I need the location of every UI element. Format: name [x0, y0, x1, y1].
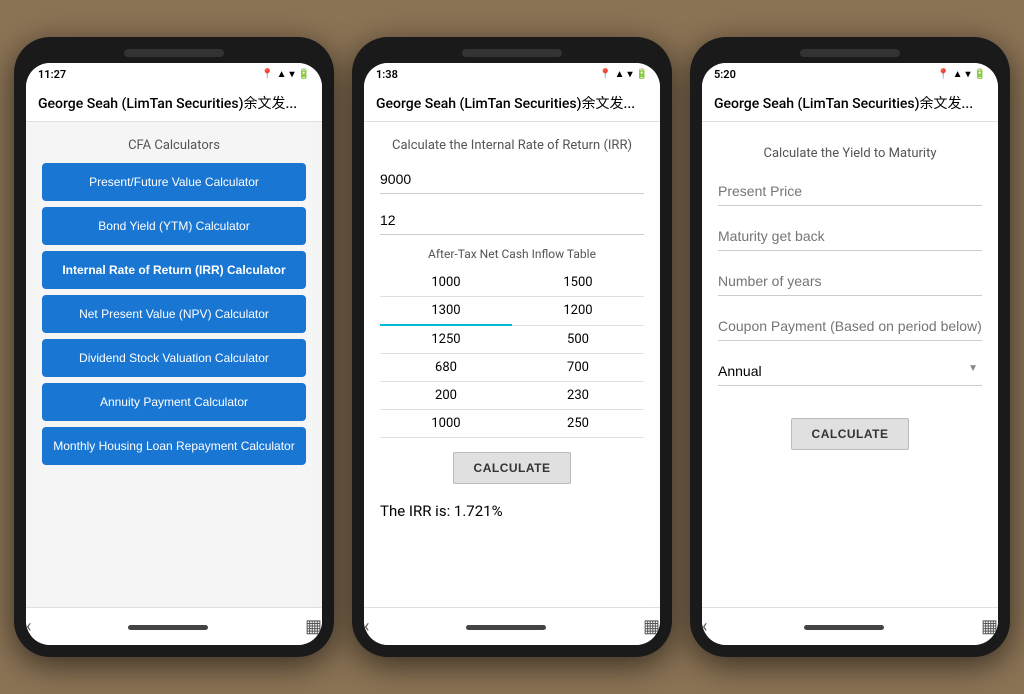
signal-icon: ▲ [277, 69, 287, 80]
irr-calculate-button[interactable]: CALCULATE [453, 452, 572, 484]
app-content-1: CFA Calculators Present/Future Value Cal… [26, 122, 322, 607]
ytm-present-price[interactable] [718, 177, 982, 206]
back-icon-1[interactable]: ‹ [26, 616, 31, 637]
status-icons-1: 📍 ▲ ▾ 🔋 [261, 69, 310, 80]
cash-inflow-table: 1000 1500 1300 1200 1250 500 680 [380, 269, 644, 438]
wifi-icon-3: ▾ [966, 69, 971, 80]
location-icon-2: 📍 [599, 69, 611, 80]
irr-input-1[interactable] [380, 165, 644, 194]
ytm-coupon-payment[interactable] [718, 312, 982, 341]
cash-table-title: After-Tax Net Cash Inflow Table [380, 247, 644, 261]
bottom-nav-2: ‹ ▦ [364, 607, 660, 645]
phone-1-notch [124, 49, 224, 57]
app-title-1: George Seah (LimTan Securities)余文发... [38, 93, 310, 113]
table-row-highlight: 1300 1200 [380, 297, 644, 326]
btn-bond-yield[interactable]: Bond Yield (YTM) Calculator [42, 207, 306, 245]
cell-6-1: 1000 [380, 410, 512, 438]
irr-input-2[interactable] [380, 206, 644, 235]
recents-icon-1[interactable]: ▦ [305, 616, 322, 637]
app-header-2: George Seah (LimTan Securities)余文发... [364, 85, 660, 122]
table-row: 680 700 [380, 354, 644, 382]
ytm-calculate-button[interactable]: CALCULATE [791, 418, 910, 450]
status-time-3: 5:20 [714, 68, 736, 81]
ytm-maturity-getback[interactable] [718, 222, 982, 251]
phone-2-screen: 1:38 📍 ▲ ▾ 🔋 George Seah (LimTan Securit… [364, 63, 660, 645]
btn-npv[interactable]: Net Present Value (NPV) Calculator [42, 295, 306, 333]
cell-1-2: 1500 [512, 269, 644, 297]
phone-1: 11:27 📍 ▲ ▾ 🔋 George Seah (LimTan Securi… [14, 37, 334, 657]
status-bar-2: 1:38 📍 ▲ ▾ 🔋 [364, 63, 660, 85]
cell-4-2: 700 [512, 354, 644, 382]
phone-3-screen: 5:20 📍 ▲ ▾ 🔋 George Seah (LimTan Securit… [702, 63, 998, 645]
table-row: 1000 250 [380, 410, 644, 438]
ytm-content: Calculate the Yield to Maturity Annual S… [702, 122, 998, 607]
phone-3-notch [800, 49, 900, 57]
location-icon-3: 📍 [937, 69, 949, 80]
period-dropdown-wrapper: Annual Semi-Annual Quarterly Monthly [718, 357, 982, 402]
cell-2-2: 1200 [512, 297, 644, 326]
home-indicator-3[interactable] [804, 625, 884, 630]
ytm-num-years[interactable] [718, 267, 982, 296]
signal-icon-2: ▲ [615, 69, 625, 80]
ytm-title: Calculate the Yield to Maturity [718, 146, 982, 161]
cell-3-2: 500 [512, 325, 644, 354]
cell-4-1: 680 [380, 354, 512, 382]
app-title-2: George Seah (LimTan Securities)余文发... [376, 93, 648, 113]
btn-present-future[interactable]: Present/Future Value Calculator [42, 163, 306, 201]
wifi-icon: ▾ [290, 69, 295, 80]
app-title-3: George Seah (LimTan Securities)余文发... [714, 93, 986, 113]
status-time-1: 11:27 [38, 68, 66, 81]
btn-irr[interactable]: Internal Rate of Return (IRR) Calculator [42, 251, 306, 289]
table-row: 200 230 [380, 382, 644, 410]
bottom-nav-1: ‹ ▦ [26, 607, 322, 645]
cell-1-1: 1000 [380, 269, 512, 297]
app-header-3: George Seah (LimTan Securities)余文发... [702, 85, 998, 122]
btn-dividend[interactable]: Dividend Stock Valuation Calculator [42, 339, 306, 377]
cell-3-1: 1250 [380, 325, 512, 354]
battery-icon: 🔋 [298, 69, 310, 80]
cell-6-2: 250 [512, 410, 644, 438]
cell-5-2: 230 [512, 382, 644, 410]
phone-2-notch [462, 49, 562, 57]
cfa-section-title: CFA Calculators [26, 122, 322, 163]
cell-2-1: 1300 [380, 297, 512, 326]
battery-icon-2: 🔋 [636, 69, 648, 80]
home-indicator-1[interactable] [128, 625, 208, 630]
home-indicator-2[interactable] [466, 625, 546, 630]
irr-content: Calculate the Internal Rate of Return (I… [364, 122, 660, 607]
status-time-2: 1:38 [376, 68, 398, 81]
btn-housing-loan[interactable]: Monthly Housing Loan Repayment Calculato… [42, 427, 306, 465]
location-icon: 📍 [261, 69, 273, 80]
status-bar-3: 5:20 📍 ▲ ▾ 🔋 [702, 63, 998, 85]
status-icons-2: 📍 ▲ ▾ 🔋 [599, 69, 648, 80]
phones-container: 11:27 📍 ▲ ▾ 🔋 George Seah (LimTan Securi… [4, 27, 1020, 667]
irr-result: The IRR is: 1.721% [380, 498, 644, 524]
phone-3: 5:20 📍 ▲ ▾ 🔋 George Seah (LimTan Securit… [690, 37, 1010, 657]
recents-icon-3[interactable]: ▦ [981, 616, 998, 637]
wifi-icon-2: ▾ [628, 69, 633, 80]
status-bar-1: 11:27 📍 ▲ ▾ 🔋 [26, 63, 322, 85]
recents-icon-2[interactable]: ▦ [643, 616, 660, 637]
phone-2: 1:38 📍 ▲ ▾ 🔋 George Seah (LimTan Securit… [352, 37, 672, 657]
period-dropdown[interactable]: Annual Semi-Annual Quarterly Monthly [718, 357, 982, 386]
table-row: 1000 1500 [380, 269, 644, 297]
irr-title: Calculate the Internal Rate of Return (I… [380, 138, 644, 153]
back-icon-3[interactable]: ‹ [702, 616, 707, 637]
calc-buttons-list: Present/Future Value Calculator Bond Yie… [26, 163, 322, 481]
status-icons-3: 📍 ▲ ▾ 🔋 [937, 69, 986, 80]
bottom-nav-3: ‹ ▦ [702, 607, 998, 645]
battery-icon-3: 🔋 [974, 69, 986, 80]
app-header-1: George Seah (LimTan Securities)余文发... [26, 85, 322, 122]
back-icon-2[interactable]: ‹ [364, 616, 369, 637]
phone-1-screen: 11:27 📍 ▲ ▾ 🔋 George Seah (LimTan Securi… [26, 63, 322, 645]
btn-annuity[interactable]: Annuity Payment Calculator [42, 383, 306, 421]
cell-5-1: 200 [380, 382, 512, 410]
table-row: 1250 500 [380, 325, 644, 354]
signal-icon-3: ▲ [953, 69, 963, 80]
